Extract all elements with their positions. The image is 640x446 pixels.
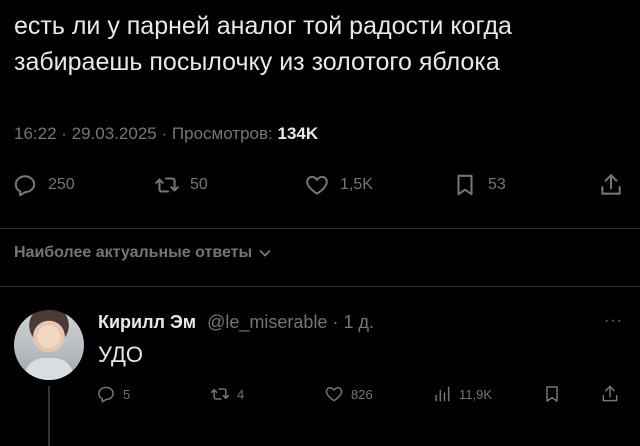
like-icon [306, 175, 328, 195]
repost-count: 50 [190, 176, 208, 193]
chevron-down-icon [259, 249, 271, 257]
reply-button[interactable]: 250 [12, 172, 75, 198]
reply-bookmark-button[interactable] [542, 384, 562, 404]
avatar-shape [24, 358, 74, 380]
separator-dot: · [161, 124, 172, 143]
reply-author-handle[interactable]: @le_miserable [207, 312, 327, 332]
reply-age[interactable]: 1 д. [343, 312, 374, 332]
reply-action-bar: 5 4 826 11,9K [96, 384, 626, 408]
like-icon [325, 387, 343, 402]
reply-views-button[interactable]: 11,9K [432, 384, 492, 404]
reply-like-count: 826 [351, 386, 373, 402]
tweet-date[interactable]: 29.03.2025 [72, 124, 157, 143]
separator-dot: · [61, 124, 72, 143]
bookmark-button[interactable]: 53 [452, 172, 506, 198]
reply-like-button[interactable]: 826 [324, 384, 373, 404]
reply-reply-button[interactable]: 5 [96, 384, 130, 404]
replies-sort-dropdown[interactable]: Наиболее актуальные ответы [14, 244, 272, 262]
separator-dot: · [332, 312, 344, 332]
bookmark-count: 53 [488, 176, 506, 193]
repost-button[interactable]: 50 [154, 172, 208, 198]
replies-sort-label: Наиболее актуальные ответы [14, 244, 253, 261]
repost-icon [155, 177, 179, 193]
share-icon [602, 385, 618, 402]
tweet-action-bar: 250 50 1,5K 53 [12, 172, 626, 202]
reply-reply-count: 5 [123, 386, 131, 402]
reply-count: 250 [48, 176, 75, 193]
views-count: 134K [277, 124, 319, 143]
share-button[interactable] [598, 172, 624, 198]
like-button[interactable]: 1,5K [304, 172, 373, 198]
divider [0, 286, 640, 287]
views-label: Просмотров: [171, 124, 273, 143]
share-icon [601, 174, 621, 195]
reply-repost-count: 4 [237, 386, 245, 402]
repost-icon [210, 388, 230, 400]
like-count: 1,5K [340, 176, 373, 193]
tweet-text-line-1: есть ли у парней аналог той радости когд… [14, 12, 512, 40]
tweet-text: есть ли у парней аналог той радости когд… [14, 8, 614, 80]
tweet-time[interactable]: 16:22 [14, 124, 57, 143]
bookmark-icon [546, 386, 558, 402]
views-icon [435, 386, 450, 402]
reply-repost-button[interactable]: 4 [210, 384, 244, 404]
reply-icon [98, 386, 114, 403]
reply-author-name[interactable]: Кирилл Эм [98, 312, 196, 332]
bookmark-icon [457, 174, 473, 196]
more-icon[interactable]: ··· [604, 312, 623, 330]
reply-views-count: 11,9K [459, 386, 493, 402]
avatar[interactable] [14, 310, 84, 380]
thread-line [48, 386, 50, 446]
divider [0, 228, 640, 229]
reply-header: Кирилл Эм @le_miserable · 1 д. [98, 312, 374, 333]
reply-text: УДО [98, 342, 143, 367]
reply-share-button[interactable] [600, 384, 620, 404]
reply-icon [14, 175, 36, 197]
tweet-meta: 16:22 · 29.03.2025 · Просмотров: 134K [14, 124, 318, 144]
tweet-text-line-2: забираешь посылочку из золотого яблока [14, 48, 500, 76]
